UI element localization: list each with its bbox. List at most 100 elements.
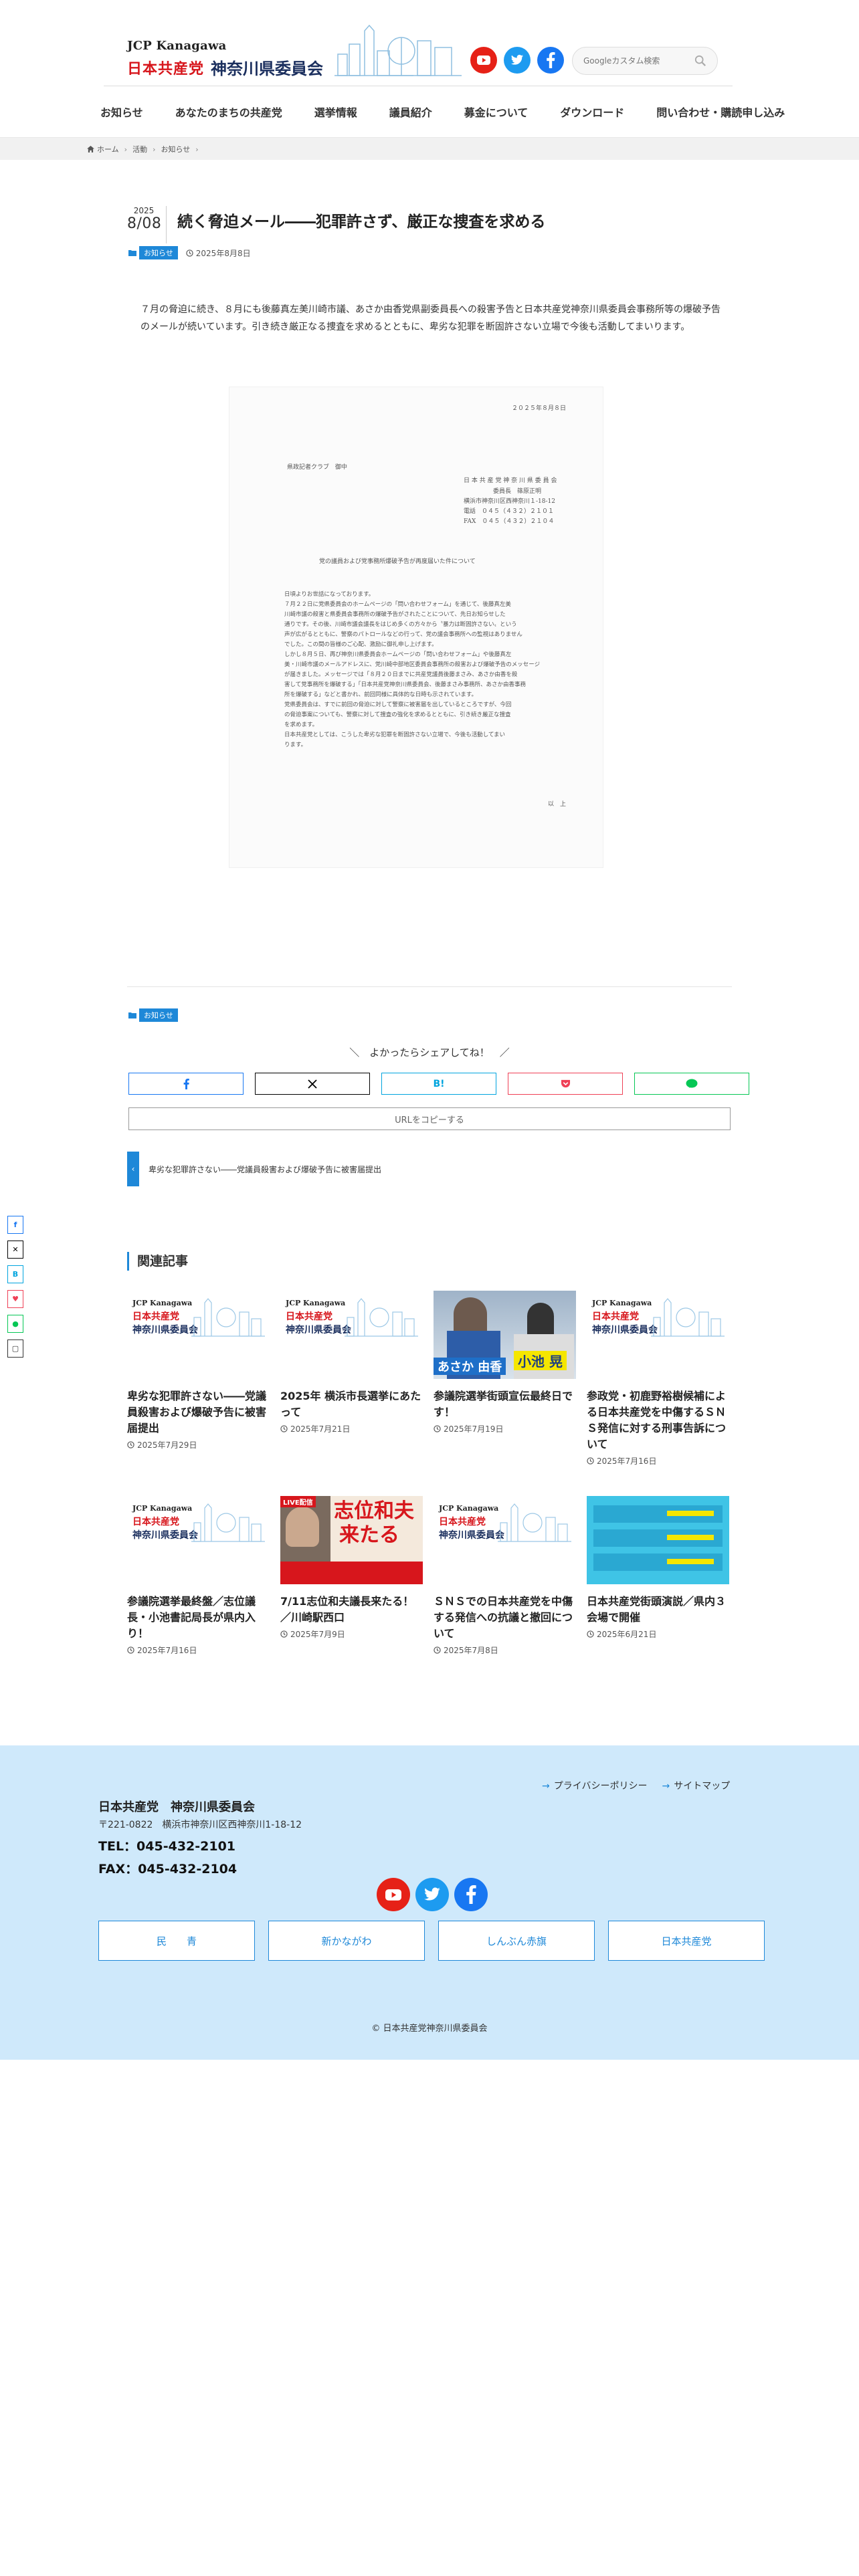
- nav-download[interactable]: ダウンロード: [560, 104, 624, 120]
- card-date: 2025年7月16日: [597, 1457, 657, 1466]
- chevron-right-icon: ›: [195, 144, 199, 154]
- share-x-button[interactable]: [255, 1073, 370, 1095]
- nav-contact[interactable]: 問い合わせ・購読申し込み: [656, 104, 785, 120]
- footer-social-links: [377, 1878, 488, 1911]
- clock-icon: [434, 1425, 441, 1432]
- hatena-icon[interactable]: B: [7, 1265, 23, 1283]
- related-card[interactable]: JCP Kanagawa 日本共産党 神奈川県委員会 ＳＮＳでの日本共産党を中傷…: [434, 1496, 576, 1656]
- nav-donation[interactable]: 募金について: [464, 104, 529, 120]
- share-heading: ＼ よかったらシェアしてね！ ／: [349, 1047, 510, 1059]
- search-icon[interactable]: [694, 55, 706, 67]
- related-card[interactable]: あさか 由香 小池 晃 参議院選挙街頭宣伝最終日です！ 2025年7月19日: [434, 1291, 576, 1434]
- card-thumbnail-poster: LIVE配信 志位和夫 来たる: [280, 1496, 423, 1584]
- clock-icon: [434, 1646, 441, 1654]
- card-thumbnail-photo: あさか 由香 小池 晃: [434, 1291, 576, 1379]
- card-date: 2025年7月21日: [290, 1424, 351, 1434]
- home-icon: [87, 146, 94, 152]
- arrow-right-icon: →: [662, 1781, 670, 1792]
- site-logo[interactable]: JCP Kanagawa 日本共産党 神奈川県委員会: [127, 39, 323, 79]
- card-thumbnail: JCP Kanagawa 日本共産党 神奈川県委員会: [127, 1496, 270, 1584]
- nav-election[interactable]: 選挙情報: [314, 104, 357, 120]
- privacy-policy-link[interactable]: → プライバシーポリシー: [542, 1779, 647, 1792]
- card-date: 2025年6月21日: [597, 1630, 657, 1639]
- header-social-links: [470, 47, 564, 74]
- related-card[interactable]: LIVE配信 志位和夫 来たる 7/11志位和夫議長来たる！／川崎駅西口 202…: [280, 1496, 423, 1640]
- share-pocket-button[interactable]: [508, 1073, 623, 1095]
- previous-post-title: 卑劣な犯罪許さない――党議員殺害および爆破予告に被害届提出: [149, 1164, 382, 1174]
- share-line-button[interactable]: [634, 1073, 749, 1095]
- pocket-icon[interactable]: ♥: [7, 1290, 23, 1308]
- nav-news[interactable]: お知らせ: [100, 104, 143, 120]
- share-buttons: B!: [128, 1073, 749, 1095]
- copy-url-button[interactable]: URLをコピーする: [128, 1107, 731, 1130]
- card-thumbnail: JCP Kanagawa 日本共産党 神奈川県委員会: [587, 1291, 729, 1379]
- facebook-icon[interactable]: f: [7, 1216, 23, 1234]
- sitemap-link[interactable]: → サイトマップ: [662, 1779, 730, 1792]
- doc-closing: 以 上: [548, 801, 567, 808]
- card-date: 2025年7月19日: [444, 1424, 504, 1434]
- footer-tel: TEL：045-432-2101: [98, 1839, 236, 1854]
- facebook-icon[interactable]: [454, 1878, 488, 1911]
- breadcrumb: ホーム › 活動 › お知らせ ›: [87, 144, 204, 154]
- logo-english: JCP Kanagawa: [127, 39, 227, 53]
- folder-icon: [128, 1012, 136, 1018]
- youtube-icon[interactable]: [377, 1878, 410, 1911]
- related-card[interactable]: JCP Kanagawa 日本共産党 神奈川県委員会 2025年 横浜市長選挙に…: [280, 1291, 423, 1434]
- clock-icon: [127, 1441, 134, 1448]
- twitter-icon[interactable]: [504, 47, 531, 74]
- doc-date: ２０２５年８月８日: [512, 405, 567, 412]
- breadcrumb-home[interactable]: ホーム: [97, 144, 119, 154]
- nav-members[interactable]: 議員紹介: [389, 104, 432, 120]
- doc-subject: 党の議員および党事務所爆破予告が再度届いた件について: [319, 558, 476, 565]
- press-release-document: ２０２５年８月８日 県政記者クラブ 御中 日 本 共 産 党 神 奈 川 県 委…: [229, 387, 603, 868]
- clock-icon: [587, 1457, 594, 1465]
- article-end-divider: [127, 986, 732, 987]
- post-date-box: 2025 8/08: [127, 206, 161, 232]
- category-badge[interactable]: お知らせ: [139, 1008, 178, 1022]
- clock-icon: [280, 1630, 288, 1638]
- city-skyline-illustration: [191, 1503, 265, 1542]
- pocket-icon: [561, 1079, 570, 1087]
- post-meta: お知らせ 2025年8月8日: [128, 246, 251, 259]
- line-icon[interactable]: ●: [7, 1315, 23, 1333]
- card-title: 参議院選挙街頭宣伝最終日です！: [434, 1390, 573, 1418]
- related-card[interactable]: JCP Kanagawa 日本共産党 神奈川県委員会 卑劣な犯罪許さない――党議…: [127, 1291, 270, 1451]
- footer-link-akahata[interactable]: しんぶん赤旗: [438, 1921, 595, 1961]
- post-date: 2025年8月8日: [195, 248, 251, 258]
- related-posts-heading: 関連記事: [127, 1252, 188, 1271]
- doc-addressee: 県政記者クラブ 御中: [287, 464, 348, 471]
- footer-link-shin-kanagawa[interactable]: 新かながわ: [268, 1921, 425, 1961]
- nav-local-party[interactable]: あなたのまちの共産党: [175, 104, 282, 120]
- site-footer: → プライバシーポリシー → サイトマップ 日本共産党 神奈川県委員会 〒221-0…: [0, 1745, 859, 2060]
- clock-icon: [587, 1630, 594, 1638]
- doc-sender-fax: FAX ０４５（４３２）２１０４: [464, 518, 555, 525]
- footer-links: → プライバシーポリシー → サイトマップ: [542, 1779, 730, 1792]
- footer-link-jcp[interactable]: 日本共産党: [608, 1921, 765, 1961]
- share-hatena-button[interactable]: B!: [381, 1073, 496, 1095]
- category-badge[interactable]: お知らせ: [139, 246, 178, 259]
- card-thumbnail: JCP Kanagawa 日本共産党 神奈川県委員会: [127, 1291, 270, 1379]
- breadcrumb-activity[interactable]: 活動: [132, 144, 147, 154]
- logo-committee-name: 神奈川県委員会: [211, 60, 324, 78]
- folder-icon: [128, 250, 136, 256]
- related-card[interactable]: 日本共産党街頭演説／県内３会場で開催 2025年6月21日: [587, 1496, 729, 1640]
- city-skyline-illustration: [191, 1298, 265, 1337]
- share-facebook-button[interactable]: [128, 1073, 244, 1095]
- youtube-icon[interactable]: [470, 47, 497, 74]
- copy-icon[interactable]: ▢: [7, 1339, 23, 1358]
- facebook-icon[interactable]: [537, 47, 564, 74]
- breadcrumb-news[interactable]: お知らせ: [161, 144, 190, 154]
- footer-link-minsei[interactable]: 民 青: [98, 1921, 255, 1961]
- x-icon[interactable]: ✕: [7, 1241, 23, 1259]
- footer-fax: FAX：045-432-2104: [98, 1862, 237, 1876]
- card-thumbnail: JCP Kanagawa 日本共産党 神奈川県委員会: [280, 1291, 423, 1379]
- related-card[interactable]: JCP Kanagawa 日本共産党 神奈川県委員会 参議院選挙最終盤／志位議長…: [127, 1496, 270, 1656]
- doc-sender-tel: 電話 ０４５（４３２）２１０１: [464, 508, 555, 515]
- previous-post-link[interactable]: ‹ 卑劣な犯罪許さない――党議員殺害および爆破予告に被害届提出: [127, 1152, 408, 1186]
- footer-banner-links: 民 青 新かながわ しんぶん赤旗 日本共産党: [98, 1921, 765, 1961]
- card-thumbnail-flyer: [587, 1496, 729, 1584]
- twitter-icon[interactable]: [415, 1878, 449, 1911]
- search-input[interactable]: [583, 56, 684, 66]
- clock-icon: [280, 1425, 288, 1432]
- related-card[interactable]: JCP Kanagawa 日本共産党 神奈川県委員会 参政党・初鹿野裕樹候補によ…: [587, 1291, 729, 1467]
